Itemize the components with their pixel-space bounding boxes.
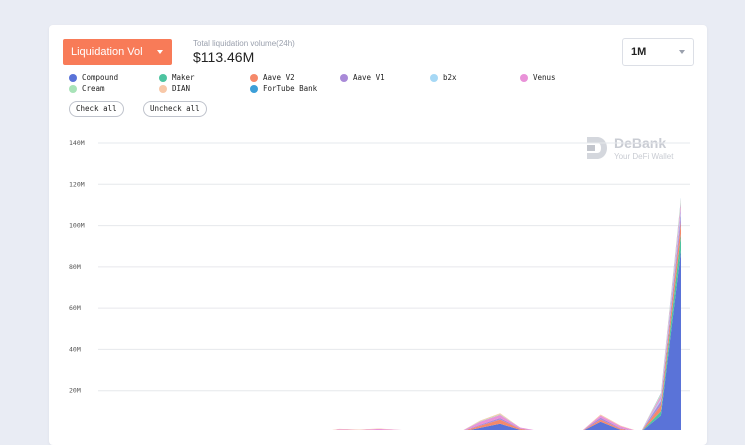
chart-y-ticks: 140M 120M 100M 80M 60M 40M 20M: [69, 139, 85, 395]
y-tick-label: 80M: [69, 263, 81, 271]
area-series-venus[interactable]: [98, 202, 681, 430]
chart-areas: [98, 197, 681, 430]
area-series-aave-v2[interactable]: [98, 221, 681, 430]
y-tick-label: 140M: [69, 139, 85, 147]
area-series-dian[interactable]: [98, 198, 681, 430]
y-tick-label: 40M: [69, 345, 81, 353]
area-series-maker[interactable]: [98, 233, 681, 430]
chart-grid: [98, 142, 690, 392]
y-tick-label: 60M: [69, 304, 81, 312]
area-series-b2x[interactable]: [98, 209, 681, 430]
y-tick-label: 20M: [69, 387, 81, 395]
area-series-fortube-bank[interactable]: [98, 197, 681, 430]
area-series-aave-v1[interactable]: [98, 213, 681, 430]
area-series-cream[interactable]: [98, 200, 681, 430]
liquidation-area-chart: 140M 120M 100M 80M 60M 40M 20M: [69, 139, 690, 430]
y-tick-label: 100M: [69, 222, 85, 230]
area-series-compound[interactable]: [98, 250, 681, 430]
y-tick-label: 120M: [69, 180, 85, 188]
